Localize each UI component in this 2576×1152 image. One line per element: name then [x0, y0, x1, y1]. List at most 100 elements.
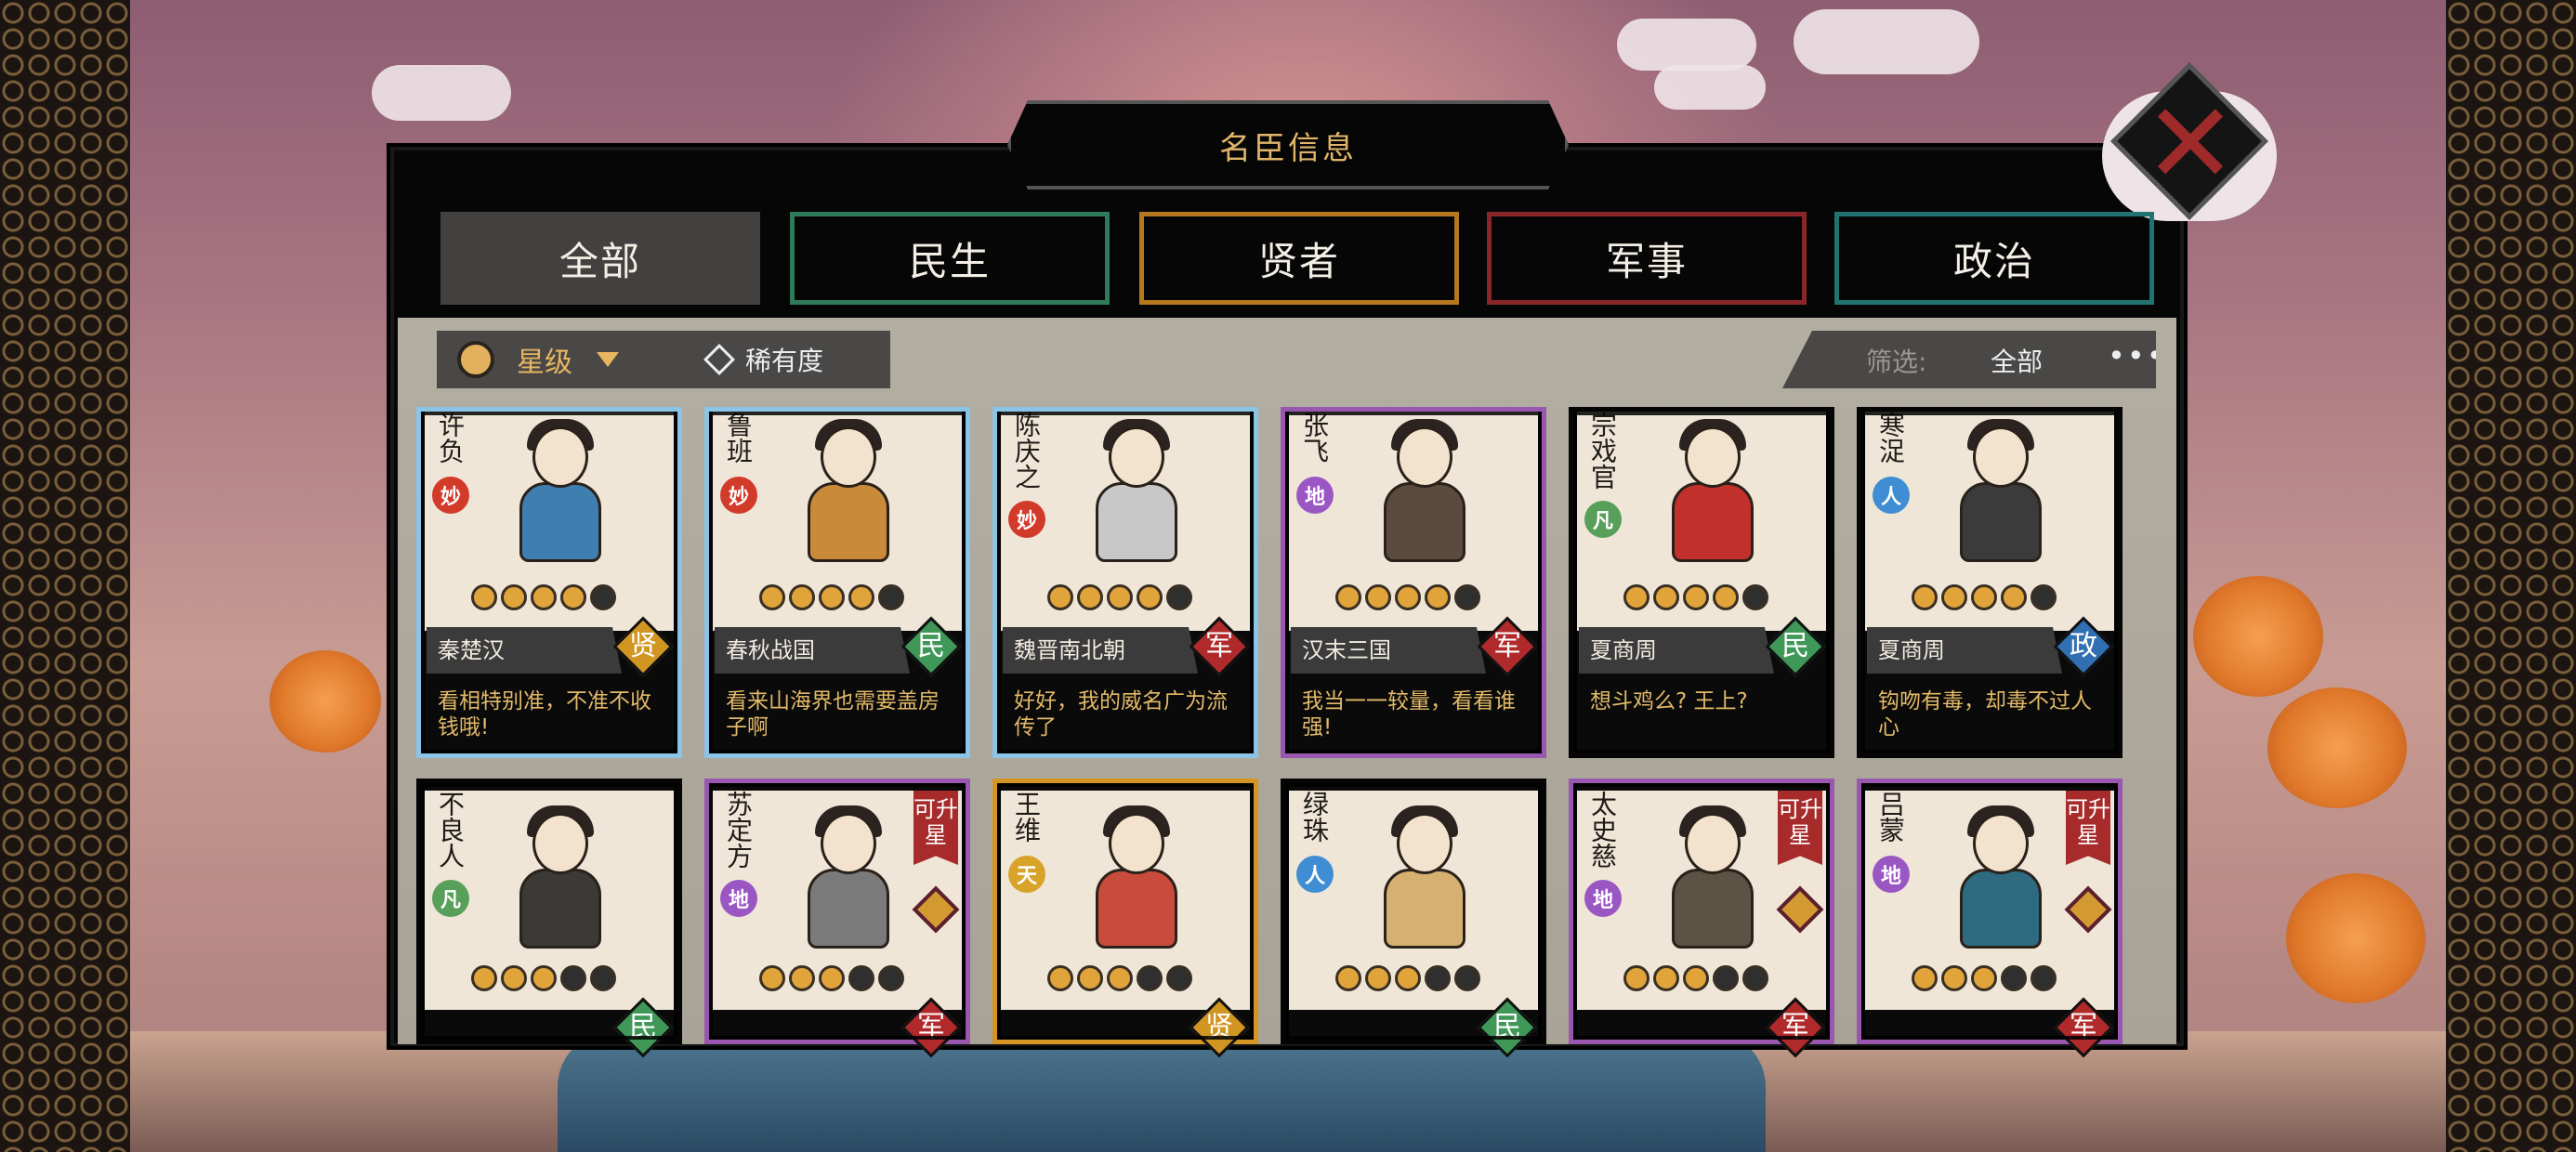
star-icon [1454, 965, 1480, 991]
minister-card[interactable]: 不良人凡民 [416, 779, 682, 1058]
minister-name: 绿珠 [1299, 791, 1330, 843]
minister-card[interactable]: 苏定方地军 可升星 [704, 779, 970, 1058]
minister-card-grid: 许负妙秦楚汉贤看相特别准，不准不收钱哦! 鲁班妙春秋战国民看来山海界也需要盖房子啊… [416, 0, 2145, 1058]
star-icon [1683, 584, 1709, 610]
minister-card[interactable]: 太史慈地军 可升星 [1569, 779, 1834, 1058]
minister-quote: 好好，我的威名广为流传了 [1014, 689, 1228, 740]
star-icon [1047, 965, 1073, 991]
star-rating [759, 965, 904, 991]
minister-name: 张飞 [1299, 412, 1330, 464]
category-badge: 贤 [1189, 997, 1250, 1058]
category-badge: 军 [1477, 616, 1538, 677]
minister-card[interactable]: 王维天贤 [992, 779, 1258, 1058]
era-label: 夏商周 [1867, 627, 2062, 674]
portrait-head [1397, 426, 1452, 488]
star-icon [590, 965, 616, 991]
star-rating [1047, 584, 1192, 610]
star-icon [471, 584, 497, 610]
minister-portrait [495, 417, 625, 566]
minister-portrait [1936, 804, 2066, 952]
star-icon [1047, 584, 1073, 610]
portrait-body [808, 869, 889, 949]
era-label: 夏商周 [1579, 627, 1774, 674]
minister-portrait [495, 804, 625, 952]
wave-decoration [558, 1031, 1766, 1152]
grade-badge: 地 [1873, 856, 1910, 893]
star-icon [1941, 584, 1967, 610]
grade-badge: 妙 [432, 477, 469, 514]
minister-card[interactable]: 寒浞人夏商周政钩吻有毒，却毒不过人心 [1857, 407, 2123, 758]
minister-card[interactable]: 鲁班妙春秋战国民看来山海界也需要盖房子啊 [704, 407, 970, 758]
star-rating [1335, 965, 1480, 991]
minister-card[interactable]: 张飞地汉末三国军我当一一较量，看看谁强! [1281, 407, 1546, 758]
minister-card[interactable]: 吕蒙地军 可升星 [1857, 779, 2123, 1058]
star-icon [1365, 965, 1391, 991]
grade-badge: 妙 [720, 477, 757, 514]
category-label: 贤 [629, 630, 657, 662]
portrait-body [1384, 482, 1465, 562]
star-icon [848, 584, 874, 610]
category-badge: 民 [612, 997, 674, 1058]
portrait-body [1384, 869, 1465, 949]
star-icon [1454, 584, 1480, 610]
star-icon [1137, 584, 1163, 610]
star-icon [759, 965, 785, 991]
star-icon [2031, 584, 2057, 610]
star-icon [1395, 965, 1421, 991]
category-label: 贤 [1205, 1011, 1233, 1043]
autumn-tree-decoration [269, 650, 381, 753]
star-icon [819, 965, 845, 991]
minister-card[interactable]: 陈庆之妙魏晋南北朝军好好，我的威名广为流传了 [992, 407, 1258, 758]
category-badge: 政 [2053, 616, 2114, 677]
star-icon [878, 584, 904, 610]
category-label: 军 [1205, 630, 1233, 662]
minister-name: 太史慈 [1587, 791, 1618, 869]
portrait-head [821, 426, 876, 488]
minister-portrait [1936, 417, 2066, 566]
category-label: 民 [1493, 1011, 1521, 1043]
star-icon [1137, 965, 1163, 991]
minister-card[interactable]: 宗戏官凡夏商周民想斗鸡么? 王上? [1569, 407, 1834, 758]
star-icon [2031, 965, 2057, 991]
grade-badge: 凡 [432, 880, 469, 917]
star-icon [1335, 584, 1361, 610]
minister-portrait [783, 417, 913, 566]
autumn-tree-decoration [2193, 576, 2323, 697]
star-rating [1623, 965, 1768, 991]
autumn-tree-decoration [2267, 687, 2407, 808]
portrait-head [532, 426, 588, 488]
category-badge: 贤 [612, 616, 674, 677]
portrait-body [1672, 482, 1754, 562]
minister-portrait [1071, 417, 1202, 566]
star-icon [2001, 584, 2027, 610]
star-icon [1425, 965, 1451, 991]
portrait-body [1960, 482, 2042, 562]
grade-badge: 人 [1873, 477, 1910, 514]
star-rating [1912, 965, 2057, 991]
portrait-body [1960, 869, 2042, 949]
portrait-head [1685, 813, 1741, 874]
grade-badge: 凡 [1584, 501, 1622, 538]
minister-card[interactable]: 许负妙秦楚汉贤看相特别准，不准不收钱哦! [416, 407, 682, 758]
minister-card[interactable]: 绿珠人民 [1281, 779, 1546, 1058]
portrait-head [1973, 426, 2029, 488]
grade-badge: 地 [720, 880, 757, 917]
category-badge: 民 [1477, 997, 1538, 1058]
star-rating [471, 584, 616, 610]
star-icon [1425, 584, 1451, 610]
portrait-head [1973, 813, 2029, 874]
star-icon [1335, 965, 1361, 991]
star-icon [1166, 584, 1192, 610]
category-label: 军 [1781, 1011, 1809, 1043]
portrait-body [1672, 869, 1754, 949]
star-icon [471, 965, 497, 991]
star-icon [1107, 965, 1133, 991]
portrait-head [532, 813, 588, 874]
minister-portrait [1648, 417, 1778, 566]
grade-badge: 妙 [1008, 501, 1045, 538]
star-icon [878, 965, 904, 991]
star-icon [531, 965, 557, 991]
category-badge: 民 [1765, 616, 1826, 677]
star-icon [1623, 965, 1649, 991]
minister-portrait [1360, 804, 1490, 952]
